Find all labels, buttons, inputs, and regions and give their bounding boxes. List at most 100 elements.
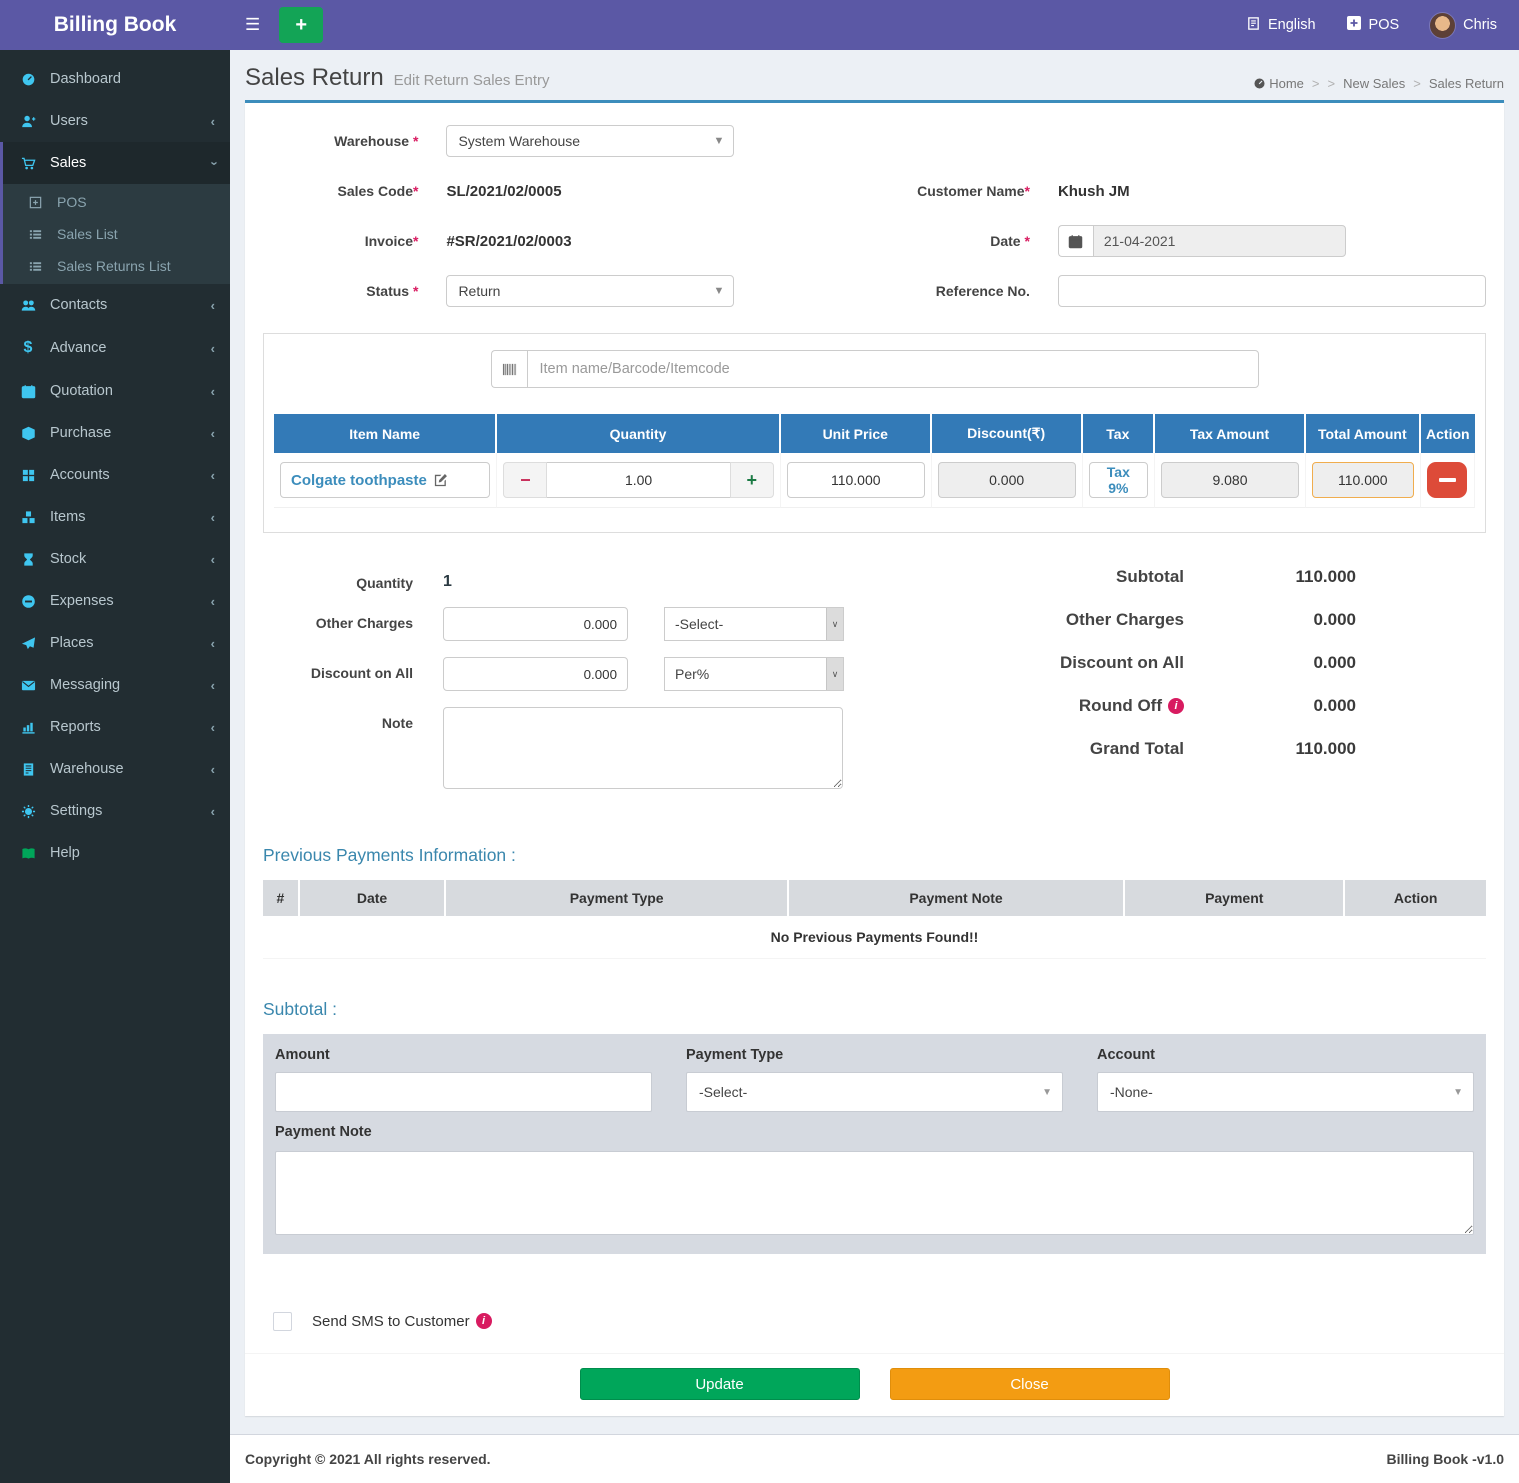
dashboard-icon — [18, 72, 38, 87]
user-menu[interactable]: Chris — [1429, 12, 1497, 39]
remove-row-button[interactable] — [1427, 462, 1467, 498]
sidebar-item-advance[interactable]: $ Advance ‹ — [0, 326, 230, 370]
app-version: Billing Book -v1.0 — [1387, 1451, 1504, 1467]
info-icon[interactable]: i — [476, 1313, 492, 1329]
discount-on-all-input[interactable] — [443, 657, 628, 691]
sidebar-item-help[interactable]: Help — [0, 832, 230, 874]
username: Chris — [1463, 17, 1497, 33]
sidebar-item-pos[interactable]: POS — [3, 186, 230, 218]
sidebar-item-quotation[interactable]: Quotation ‹ — [0, 370, 230, 412]
sidebar-item-expenses[interactable]: Expenses ‹ — [0, 580, 230, 622]
sidebar-item-sales-returns-list[interactable]: Sales Returns List — [3, 250, 230, 282]
column-header-payment: Payment — [1125, 880, 1345, 916]
item-name-cell: Colgate toothpaste — [280, 462, 490, 498]
column-header-action: Action — [1421, 414, 1475, 453]
discount-on-all-select[interactable]: Per%∨ — [664, 657, 844, 691]
sidebar-item-places[interactable]: Places ‹ — [0, 622, 230, 664]
reference-input[interactable] — [1058, 275, 1486, 307]
list-icon — [25, 259, 45, 274]
item-name-link[interactable]: Colgate toothpaste — [291, 472, 427, 489]
breadcrumb-home[interactable]: Home — [1253, 76, 1304, 91]
sales-code-value: SL/2021/02/0005 — [446, 183, 561, 200]
account-select[interactable]: -None-▼ — [1097, 1072, 1474, 1112]
chevron-down-icon: ∨ — [826, 658, 843, 690]
pos-shortcut[interactable]: POS — [1346, 15, 1400, 35]
quick-add-button[interactable]: + — [279, 7, 323, 43]
column-header-payment-type: Payment Type — [446, 880, 788, 916]
send-sms-checkbox[interactable] — [273, 1312, 292, 1331]
sidebar-item-purchase[interactable]: Purchase ‹ — [0, 412, 230, 454]
gears-icon — [18, 804, 38, 819]
quantity-decrease-button[interactable]: − — [503, 462, 547, 498]
column-header-payment-note: Payment Note — [789, 880, 1125, 916]
pos-plus-icon — [1346, 15, 1362, 35]
status-select[interactable]: Return▼ — [446, 275, 734, 307]
sidebar-item-items[interactable]: Items ‹ — [0, 496, 230, 538]
date-input[interactable] — [1093, 225, 1346, 257]
sidebar-item-messaging[interactable]: Messaging ‹ — [0, 664, 230, 706]
sidebar-item-warehouse[interactable]: Warehouse ‹ — [0, 748, 230, 790]
breadcrumb-separator: > — [1413, 76, 1421, 91]
sidebar-item-reports[interactable]: Reports ‹ — [0, 706, 230, 748]
edit-icon[interactable] — [434, 473, 448, 487]
sales-code-label: Sales Code* — [263, 183, 446, 199]
note-textarea[interactable] — [443, 707, 843, 789]
sidebar-item-contacts[interactable]: Contacts ‹ — [0, 284, 230, 326]
items-table: Item Name Quantity Unit Price Discount(₹… — [274, 414, 1475, 508]
chevron-down-icon: ∨ — [826, 608, 843, 640]
top-navbar: Billing Book ☰ + English POS Chris — [0, 0, 1519, 50]
sidebar-item-settings[interactable]: Settings ‹ — [0, 790, 230, 832]
chevron-down-icon: ▼ — [714, 135, 725, 147]
sidebar-item-sales-list[interactable]: Sales List — [3, 218, 230, 250]
user-avatar — [1429, 12, 1456, 39]
payment-note-textarea[interactable] — [275, 1151, 1474, 1235]
page-subtitle: Edit Return Sales Entry — [394, 72, 550, 89]
warehouse-label: Warehouse * — [263, 133, 446, 149]
round-off-label: Round Offi — [1079, 696, 1184, 716]
amount-input[interactable] — [275, 1072, 652, 1112]
sidebar-item-sales[interactable]: Sales ‹ — [3, 142, 230, 184]
breadcrumb-new-sales[interactable]: New Sales — [1343, 76, 1405, 91]
account-label: Account — [1097, 1047, 1474, 1063]
other-charges-input[interactable] — [443, 607, 628, 641]
app-logo[interactable]: Billing Book — [0, 0, 230, 50]
payment-type-select[interactable]: -Select-▼ — [686, 1072, 1063, 1112]
building-icon — [18, 762, 38, 777]
unit-price-input[interactable] — [787, 462, 925, 498]
calendar-icon — [1058, 225, 1093, 257]
item-search-input[interactable] — [527, 350, 1259, 388]
grand-total-label: Grand Total — [1090, 739, 1184, 759]
minus-icon — [1439, 478, 1456, 482]
quantity-input[interactable] — [547, 462, 729, 498]
sidebar-item-stock[interactable]: Stock ‹ — [0, 538, 230, 580]
page-footer: Copyright © 2021 All rights reserved. Bi… — [230, 1434, 1519, 1483]
total-amount-input — [1312, 462, 1414, 498]
sidebar-toggle-icon[interactable]: ☰ — [230, 0, 275, 50]
payment-subtotal-title: Subtotal : — [263, 999, 1486, 1020]
customer-name-value: Khush JM — [1058, 183, 1130, 200]
tax-amount-input — [1161, 462, 1299, 498]
language-menu[interactable]: English — [1246, 16, 1316, 35]
sales-return-form: Warehouse * System Warehouse▼ Sales Code… — [245, 100, 1504, 1416]
column-header-total-amount: Total Amount — [1306, 414, 1421, 453]
sidebar-item-accounts[interactable]: Accounts ‹ — [0, 454, 230, 496]
chevron-down-icon: ‹ — [205, 161, 220, 165]
other-charges-select[interactable]: -Select-∨ — [664, 607, 844, 641]
chevron-left-icon: ‹ — [211, 468, 215, 483]
sidebar-item-users[interactable]: Users ‹ — [0, 100, 230, 142]
book-icon — [18, 846, 38, 861]
column-header-pp-action: Action — [1345, 880, 1486, 916]
tax-cell[interactable]: Tax 9% — [1089, 462, 1148, 498]
sidebar-item-dashboard[interactable]: Dashboard — [0, 58, 230, 100]
update-button[interactable]: Update — [580, 1368, 860, 1400]
warehouse-select[interactable]: System Warehouse▼ — [446, 125, 734, 157]
send-sms-label: Send SMS to Customeri — [312, 1313, 492, 1330]
table-row: No Previous Payments Found!! — [263, 916, 1486, 959]
quantity-increase-button[interactable]: + — [730, 462, 774, 498]
grid-icon — [18, 468, 38, 483]
info-icon[interactable]: i — [1168, 698, 1184, 714]
chevron-down-icon: ▼ — [1453, 1087, 1463, 1098]
close-button[interactable]: Close — [890, 1368, 1170, 1400]
previous-payments-title: Previous Payments Information : — [263, 845, 1486, 866]
page-title: Sales Return — [245, 64, 384, 91]
